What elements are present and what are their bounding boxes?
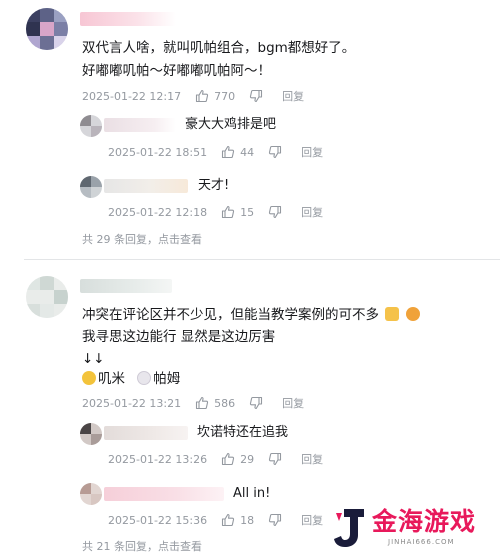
reply-meta: 2025-01-22 18:51 44 回复 xyxy=(108,144,323,160)
brand-name: 金海游戏 xyxy=(372,507,477,536)
thumb-up-icon[interactable] xyxy=(221,205,235,219)
reply-meta: 2025-01-22 12:18 15 回复 xyxy=(108,204,323,220)
username[interactable] xyxy=(104,487,224,501)
reply-button[interactable]: 回复 xyxy=(301,204,323,220)
tag-label: 帕姆 xyxy=(153,371,181,387)
reply-button[interactable]: 回复 xyxy=(282,88,304,104)
comment-text: 我寻思这边能行 显然是这边厉害 xyxy=(82,329,276,345)
comment-text-line: 冲突在评论区并不少见，但能当教学案例的可不多 xyxy=(82,307,379,323)
timestamp: 2025-01-22 12:18 xyxy=(108,205,208,219)
view-more-replies[interactable]: 共 21 条回复，点击查看 xyxy=(82,538,202,554)
thumb-down-icon[interactable] xyxy=(249,396,263,410)
thumb-down-icon[interactable] xyxy=(268,513,282,527)
site-watermark: 金海游戏 JINHAI666.COM xyxy=(330,505,490,551)
thumb-down-icon[interactable] xyxy=(268,205,282,219)
timestamp: 2025-01-22 15:36 xyxy=(108,513,208,527)
reply-count-text: 共 21 条回复， xyxy=(82,540,158,553)
thumb-down-icon[interactable] xyxy=(268,145,282,159)
timestamp: 2025-01-22 13:21 xyxy=(82,396,182,410)
like-count: 44 xyxy=(240,145,255,159)
avatar[interactable] xyxy=(26,8,68,50)
like-count: 770 xyxy=(214,89,236,103)
reply-text: 豪大大鸡排是吧 xyxy=(185,117,277,132)
username[interactable] xyxy=(80,279,172,293)
username[interactable] xyxy=(104,118,176,132)
comment-text: 好嘟嘟叽帕～好嘟嘟叽帕阿～！ xyxy=(82,63,271,79)
comment-meta: 2025-01-22 13:21 586 回复 xyxy=(82,395,304,411)
face-emoji-icon xyxy=(405,307,420,321)
comment-text: ↓↓ xyxy=(82,351,105,367)
reply-text: 坎诺特还在追我 xyxy=(197,425,289,440)
reply-meta: 2025-01-22 13:26 29 回复 xyxy=(108,451,323,467)
reply-button[interactable]: 回复 xyxy=(301,144,323,160)
thumb-down-icon[interactable] xyxy=(268,452,282,466)
brand-logo-icon xyxy=(334,509,364,547)
timestamp: 2025-01-22 13:26 xyxy=(108,452,208,466)
thumb-down-icon[interactable] xyxy=(249,89,263,103)
timestamp: 2025-01-22 18:51 xyxy=(108,145,208,159)
chick-emoji-icon xyxy=(82,371,96,385)
thumb-up-icon[interactable] xyxy=(221,145,235,159)
tag-label: 叽米 xyxy=(98,371,125,387)
thumb-up-icon[interactable] xyxy=(221,452,235,466)
view-replies-link[interactable]: 点击查看 xyxy=(158,540,202,553)
avatar[interactable] xyxy=(26,276,68,318)
like-count: 15 xyxy=(240,205,255,219)
reply-text: All in! xyxy=(233,486,271,501)
brand-url: JINHAI666.COM xyxy=(388,538,455,546)
username[interactable] xyxy=(104,179,188,193)
username[interactable] xyxy=(104,426,188,440)
timestamp: 2025-01-22 12:17 xyxy=(82,89,182,103)
thumb-up-icon[interactable] xyxy=(195,89,209,103)
comment-text: 双代言人啥，就叫叽帕组合，bgm都想好了。 xyxy=(82,40,356,56)
comment-text: 冲突在评论区并不少见，但能当教学案例的可不多 xyxy=(82,305,420,325)
avatar[interactable] xyxy=(80,115,102,137)
reply-text: 天才! xyxy=(198,178,230,193)
comment-meta: 2025-01-22 12:17 770 回复 xyxy=(82,88,304,104)
divider xyxy=(24,259,500,260)
avatar[interactable] xyxy=(80,423,102,445)
avatar[interactable] xyxy=(80,176,102,198)
hand-emoji-icon xyxy=(385,307,400,321)
like-count: 586 xyxy=(214,396,236,410)
view-more-replies[interactable]: 共 29 条回复，点击查看 xyxy=(82,231,202,247)
comment-tags: 叽米 帕姆 xyxy=(82,369,180,389)
view-replies-link[interactable]: 点击查看 xyxy=(158,233,202,246)
thumb-up-icon[interactable] xyxy=(221,513,235,527)
like-count: 29 xyxy=(240,452,255,466)
avatar[interactable] xyxy=(80,483,102,505)
thumb-up-icon[interactable] xyxy=(195,396,209,410)
reply-button[interactable]: 回复 xyxy=(301,512,323,528)
username[interactable] xyxy=(80,12,176,26)
like-count: 18 xyxy=(240,513,255,527)
reply-button[interactable]: 回复 xyxy=(301,451,323,467)
rabbit-emoji-icon xyxy=(137,371,152,385)
reply-count-text: 共 29 条回复， xyxy=(82,233,158,246)
reply-button[interactable]: 回复 xyxy=(282,395,304,411)
reply-meta: 2025-01-22 15:36 18 回复 xyxy=(108,512,323,528)
